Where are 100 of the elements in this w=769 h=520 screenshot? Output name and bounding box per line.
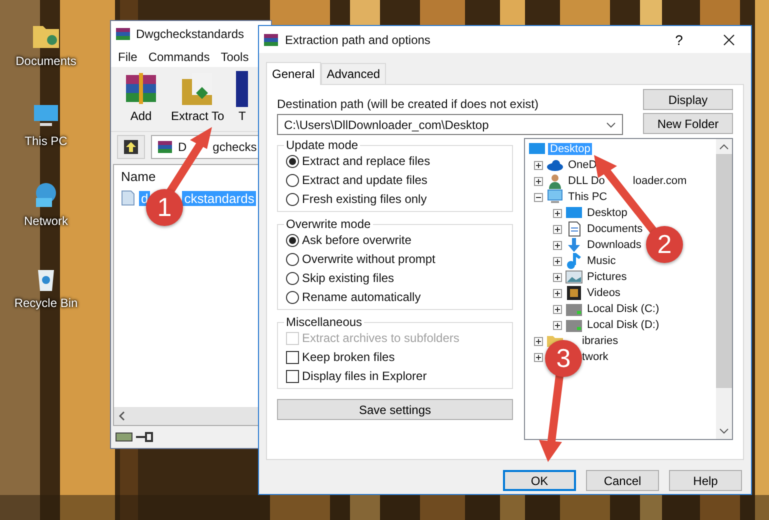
tree-item[interactable]: Pictures — [585, 271, 629, 283]
close-icon — [723, 34, 735, 46]
up-button[interactable] — [117, 135, 145, 159]
tree-item[interactable]: This PC — [566, 191, 610, 203]
drive-icon — [115, 431, 133, 443]
books-icon — [263, 32, 279, 48]
tree-item[interactable]: Downloads — [585, 239, 644, 251]
film-icon — [565, 285, 583, 301]
radio-option[interactable]: Fresh existing files only — [286, 191, 504, 207]
expand-toggle[interactable] — [553, 272, 562, 282]
monitor-icon — [565, 205, 583, 221]
books-icon — [115, 26, 131, 42]
expand-toggle[interactable] — [534, 160, 543, 170]
expand-toggle[interactable] — [553, 288, 562, 298]
expand-toggle[interactable] — [553, 240, 562, 250]
window-title: Extraction path and options — [285, 32, 432, 46]
expand-toggle[interactable] — [553, 320, 562, 330]
person-icon — [546, 173, 564, 189]
radio-option[interactable]: Rename automatically — [286, 289, 504, 305]
vertical-scrollbar[interactable] — [716, 139, 732, 439]
up-arrow-icon — [124, 140, 138, 154]
tab[interactable]: General — [266, 62, 321, 85]
checkbox-option[interactable]: Display files in Explorer — [286, 368, 504, 384]
key-icon — [135, 431, 153, 443]
desktop-icon-label: Network — [24, 214, 68, 228]
expand-toggle[interactable] — [553, 224, 562, 234]
monitor-icon — [546, 189, 564, 205]
expand-toggle[interactable] — [534, 336, 543, 346]
checkbox-option[interactable]: Keep broken files — [286, 349, 504, 365]
tree-item[interactable]: Documents — [585, 223, 645, 235]
tree-item[interactable]: Videos — [585, 287, 622, 299]
address-text: gchecks — [212, 140, 257, 154]
radio-option[interactable]: Skip existing files — [286, 270, 504, 286]
down-arrow-icon — [565, 237, 583, 253]
radio-option[interactable]: Extract and replace files — [286, 153, 504, 169]
checkbox[interactable] — [286, 350, 299, 364]
path-combo-box[interactable]: C:\Users\DllDownloader_com\Desktop — [277, 114, 623, 135]
toolbar-button[interactable]: T — [232, 71, 252, 131]
window-title: Dwgcheckstandards — [136, 27, 244, 41]
menu-item[interactable]: File — [118, 50, 138, 64]
dialog-button[interactable]: Help — [669, 470, 742, 491]
scroll-down-icon[interactable] — [719, 428, 729, 434]
monitor-icon — [528, 141, 546, 157]
image-icon — [565, 269, 583, 285]
radio-option[interactable]: Ask before overwrite — [286, 232, 504, 248]
address-text: D — [178, 140, 187, 154]
group-title: Update mode — [285, 138, 360, 152]
expand-toggle[interactable] — [534, 352, 543, 362]
menu-item[interactable]: Commands — [148, 50, 210, 64]
radio-button[interactable] — [286, 154, 299, 168]
desktop-icon-label: Documents — [16, 54, 76, 68]
tree-item[interactable]: Local Disk (C:) — [585, 303, 662, 315]
drive-icon — [565, 317, 583, 333]
radio-button[interactable] — [286, 174, 299, 186]
radio-button[interactable] — [286, 192, 299, 206]
radio-option[interactable]: Overwrite without prompt — [286, 251, 504, 267]
radio-button[interactable] — [286, 290, 299, 304]
book-icon — [236, 71, 248, 107]
expand-toggle[interactable] — [553, 256, 562, 266]
tree-item[interactable]: OneD — [566, 159, 599, 171]
group-title: Overwrite mode — [285, 217, 372, 231]
column-header[interactable]: Name — [121, 168, 156, 184]
desktop-icon-label: Recycle Bin — [14, 296, 78, 310]
tree-item[interactable]: Desktop — [585, 207, 630, 219]
toolbar-button[interactable]: Extract To — [167, 71, 228, 131]
cloud-icon — [546, 157, 564, 173]
drive-icon — [565, 301, 583, 317]
scroll-left-icon[interactable] — [118, 411, 126, 421]
tree-item[interactable]: Local Disk (D:) — [585, 319, 662, 331]
help-button[interactable]: ? — [657, 26, 701, 53]
tree-item[interactable]: ibraries — [580, 335, 620, 347]
menu-item[interactable]: Tools — [220, 50, 249, 64]
expand-toggle[interactable] — [534, 192, 543, 202]
expand-toggle[interactable] — [534, 176, 543, 186]
checkbox[interactable] — [286, 370, 299, 382]
group-title: Miscellaneous — [285, 315, 364, 329]
tree-item[interactable]: Music — [585, 255, 618, 267]
radio-option[interactable]: Extract and update files — [286, 172, 504, 188]
music-note-icon — [565, 253, 583, 269]
scroll-up-icon[interactable] — [719, 144, 729, 150]
dialog-button[interactable]: Cancel — [586, 470, 659, 491]
chevron-down-icon — [606, 122, 616, 128]
expand-toggle[interactable] — [553, 304, 562, 314]
dialog-button[interactable]: Display — [643, 89, 733, 110]
tree-item[interactable]: twork — [580, 351, 610, 363]
radio-button[interactable] — [286, 272, 299, 284]
dialog-button[interactable]: OK — [503, 470, 576, 491]
radio-button[interactable] — [286, 234, 299, 246]
tab[interactable]: Advanced — [320, 63, 386, 84]
expand-toggle[interactable] — [553, 208, 562, 218]
save-settings-button[interactable]: Save settings — [277, 399, 513, 420]
books-icon — [157, 139, 173, 155]
tree-item[interactable]: loader.com — [630, 175, 689, 187]
radio-button[interactable] — [286, 252, 299, 266]
toolbar-button[interactable]: Add — [119, 71, 163, 131]
dialog-button[interactable]: New Folder — [643, 113, 733, 134]
tree-item[interactable]: DLL Do — [566, 175, 607, 187]
file-icon — [121, 190, 135, 206]
field-label: Destination path (will be created if does not exist) — [277, 97, 540, 111]
books-icon — [123, 71, 159, 107]
